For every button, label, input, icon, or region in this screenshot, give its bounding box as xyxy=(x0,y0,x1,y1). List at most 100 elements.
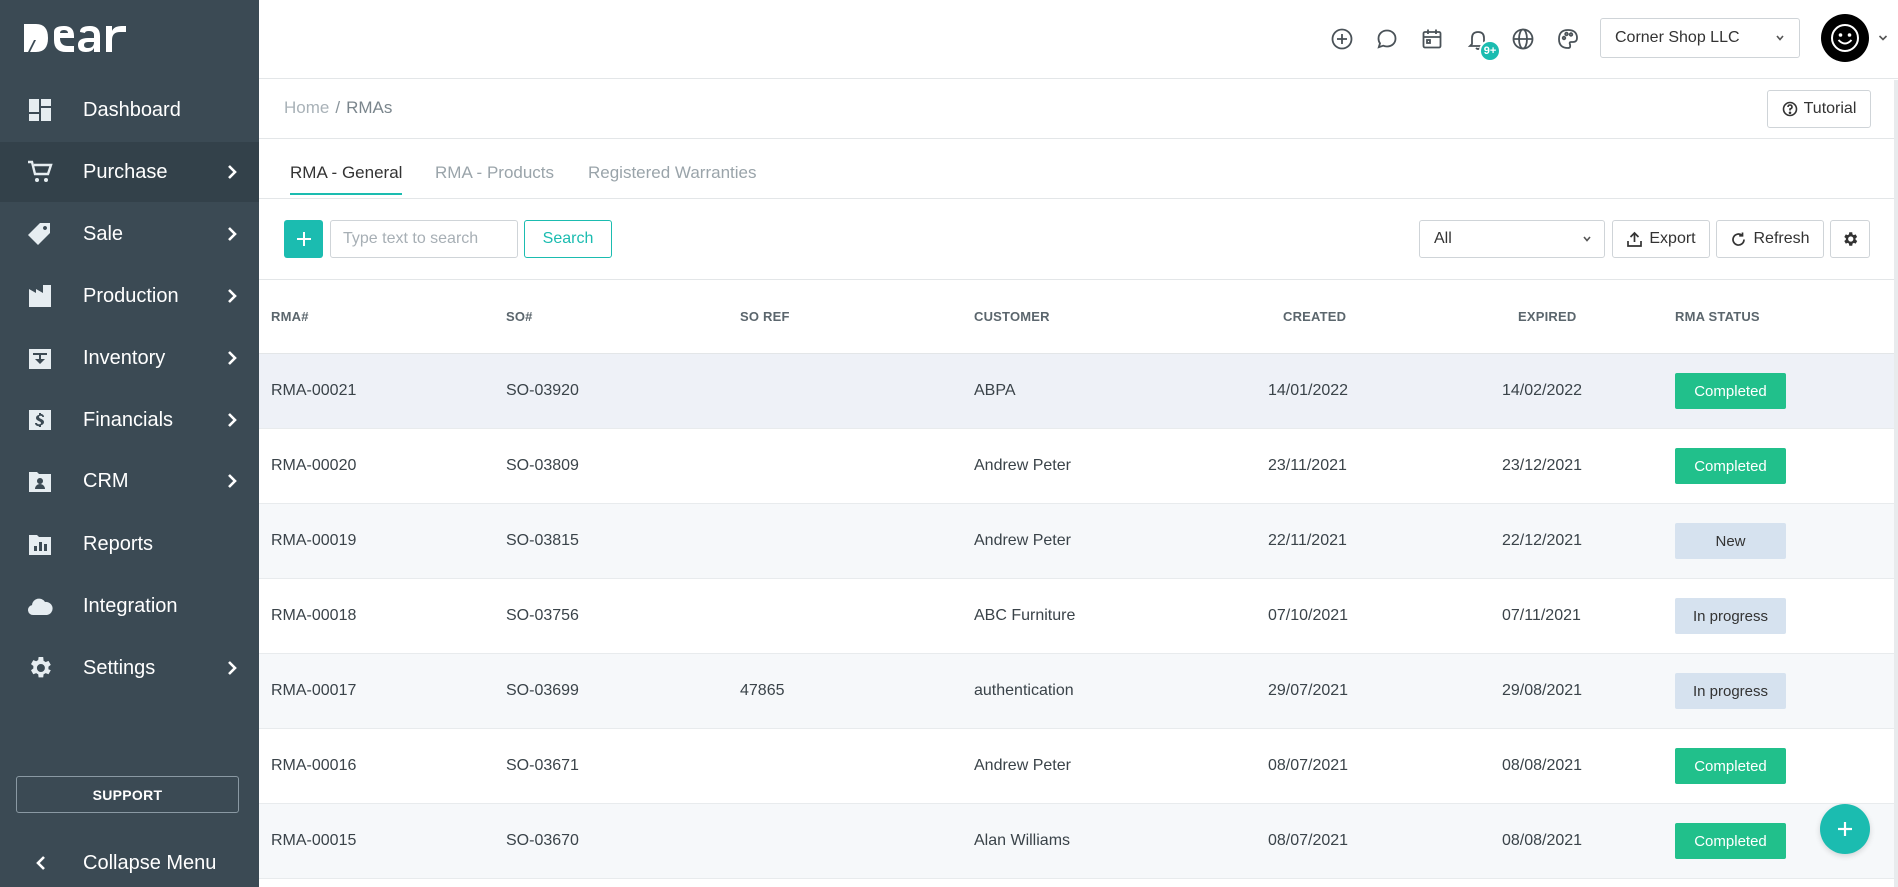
breadcrumb-home-link[interactable]: Home xyxy=(284,98,329,118)
cell-customer[interactable]: Andrew Peter xyxy=(974,757,1071,775)
cell-customer[interactable]: Alan Williams xyxy=(974,832,1070,850)
dear-logo[interactable] xyxy=(22,18,162,58)
sidebar-item-reports[interactable]: Reports xyxy=(0,514,259,574)
table-row[interactable]: RMA-00018 SO-03756 ABC Furniture 07/10/2021… xyxy=(259,579,1898,654)
cell-rma-number[interactable]: RMA-00019 xyxy=(271,532,356,550)
tutorial-label: Tutorial xyxy=(1803,100,1857,117)
table-row[interactable]: RMA-00015 SO-03670 Alan Williams 08/07/2021… xyxy=(259,804,1898,879)
cell-so-number[interactable]: SO-03815 xyxy=(506,532,579,550)
sidebar-item-dashboard[interactable]: Dashboard xyxy=(0,80,259,140)
notification-badge[interactable]: 9+ xyxy=(1479,40,1501,62)
sidebar-item-integration[interactable]: Integration xyxy=(0,576,259,636)
chevron-left-icon xyxy=(36,855,46,871)
refresh-button[interactable]: Refresh xyxy=(1716,220,1824,258)
collapse-menu-button[interactable]: Collapse Menu xyxy=(0,842,259,884)
avatar[interactable] xyxy=(1821,14,1869,62)
sidebar-item-inventory[interactable]: Inventory xyxy=(0,328,259,388)
cell-customer[interactable]: Andrew Peter xyxy=(974,532,1071,550)
tab-bar: RMA - General RMA - Products Registered … xyxy=(259,140,1898,199)
cell-rma-number[interactable]: RMA-00021 xyxy=(271,382,356,400)
calendar-icon[interactable] xyxy=(1419,26,1445,52)
status-badge: In progress xyxy=(1675,598,1786,634)
sidebar-item-label: Purchase xyxy=(83,160,168,183)
cell-so-number[interactable]: SO-03699 xyxy=(506,682,579,700)
sidebar-item-label: Settings xyxy=(83,656,156,679)
column-header-rma-status[interactable]: RMA STATUS xyxy=(1675,309,1760,324)
table-row[interactable]: RMA-00021 SO-03920 ABPA 14/01/2022 14/02/202… xyxy=(259,354,1898,429)
cell-rma-number[interactable]: RMA-00016 xyxy=(271,757,356,775)
cell-expired: 07/11/2021 xyxy=(1502,607,1581,624)
inventory-box-icon xyxy=(26,344,54,372)
tab-rma-products[interactable]: RMA - Products xyxy=(435,163,554,193)
cell-rma-number[interactable]: RMA-00018 xyxy=(271,607,356,625)
cell-customer[interactable]: Andrew Peter xyxy=(974,457,1071,475)
chevron-down-icon[interactable] xyxy=(1878,34,1888,42)
tab-rma-general[interactable]: RMA - General xyxy=(290,163,403,195)
cell-customer[interactable]: ABPA xyxy=(974,382,1016,400)
add-rma-button[interactable] xyxy=(284,220,323,258)
refresh-label: Refresh xyxy=(1753,230,1810,247)
cell-customer[interactable]: ABC Furniture xyxy=(974,607,1075,625)
column-header-created[interactable]: CREATED xyxy=(1283,309,1346,324)
sidebar-item-crm[interactable]: CRM xyxy=(0,451,259,511)
table-row[interactable]: RMA-00016 SO-03671 Andrew Peter 08/07/2021 0… xyxy=(259,729,1898,804)
sidebar-item-sale[interactable]: Sale xyxy=(0,204,259,264)
cell-expired: 29/08/2021 xyxy=(1502,682,1583,699)
help-circle-icon xyxy=(1782,101,1797,117)
cell-so-ref: 47865 xyxy=(740,682,785,699)
table-row[interactable]: RMA-00020 SO-03809 Andrew Peter 23/11/2021 2… xyxy=(259,429,1898,504)
cell-rma-number[interactable]: RMA-00020 xyxy=(271,457,356,475)
search-input[interactable] xyxy=(330,220,518,258)
chevron-right-icon xyxy=(226,164,238,180)
collapse-menu-label: Collapse Menu xyxy=(83,851,217,874)
chevron-right-icon xyxy=(226,226,238,242)
gear-icon xyxy=(1844,232,1858,246)
cell-created: 14/01/2022 xyxy=(1268,382,1349,399)
cell-expired: 08/08/2021 xyxy=(1502,757,1583,774)
export-button[interactable]: Export xyxy=(1612,220,1710,258)
scrollbar[interactable] xyxy=(1894,80,1898,887)
cell-so-number[interactable]: SO-03671 xyxy=(506,757,579,775)
column-header-rma[interactable]: RMA# xyxy=(271,309,309,324)
sidebar-item-financials[interactable]: Financials xyxy=(0,390,259,450)
support-button[interactable]: SUPPORT xyxy=(16,776,239,813)
chevron-down-icon xyxy=(1583,236,1591,242)
cell-customer[interactable]: authentication xyxy=(974,682,1074,700)
chevron-right-icon xyxy=(226,473,238,489)
cell-so-number[interactable]: SO-03920 xyxy=(506,382,579,400)
column-header-so-ref[interactable]: SO REF xyxy=(740,309,790,324)
search-button[interactable]: Search xyxy=(524,220,612,258)
company-select[interactable]: Corner Shop LLC xyxy=(1600,18,1800,58)
smiley-icon xyxy=(1831,24,1859,52)
cell-so-number[interactable]: SO-03756 xyxy=(506,607,579,625)
column-header-expired[interactable]: EXPIRED xyxy=(1518,309,1576,324)
globe-icon[interactable] xyxy=(1510,26,1536,52)
cell-so-number[interactable]: SO-03809 xyxy=(506,457,579,475)
palette-icon[interactable] xyxy=(1555,26,1581,52)
cell-created: 22/11/2021 xyxy=(1268,532,1347,549)
tutorial-button[interactable]: Tutorial xyxy=(1767,90,1871,128)
refresh-icon xyxy=(1732,232,1746,246)
cell-rma-number[interactable]: RMA-00015 xyxy=(271,832,356,850)
sidebar-item-settings[interactable]: Settings xyxy=(0,638,259,698)
table-row[interactable]: RMA-00019 SO-03815 Andrew Peter 22/11/2021 2… xyxy=(259,504,1898,579)
chat-icon[interactable] xyxy=(1374,26,1400,52)
floating-add-button[interactable] xyxy=(1820,804,1870,854)
sidebar-item-purchase[interactable]: Purchase xyxy=(0,142,259,202)
cell-rma-number[interactable]: RMA-00017 xyxy=(271,682,356,700)
table-row[interactable]: RMA-00017 SO-03699 47865 authentication 29/0… xyxy=(259,654,1898,729)
cloud-icon xyxy=(26,592,54,620)
status-badge: Completed xyxy=(1675,373,1786,409)
chevron-right-icon xyxy=(226,412,238,428)
status-badge: Completed xyxy=(1675,748,1786,784)
logo-icon xyxy=(24,24,126,52)
settings-button[interactable] xyxy=(1830,220,1870,258)
column-header-customer[interactable]: CUSTOMER xyxy=(974,309,1050,324)
sidebar-item-production[interactable]: Production xyxy=(0,266,259,326)
status-filter-select[interactable]: All xyxy=(1419,220,1605,258)
add-circle-icon[interactable] xyxy=(1329,26,1355,52)
tab-registered-warranties[interactable]: Registered Warranties xyxy=(588,163,757,193)
cell-so-number[interactable]: SO-03670 xyxy=(506,832,579,850)
cell-created: 07/10/2021 xyxy=(1268,607,1349,624)
column-header-so[interactable]: SO# xyxy=(506,309,533,324)
